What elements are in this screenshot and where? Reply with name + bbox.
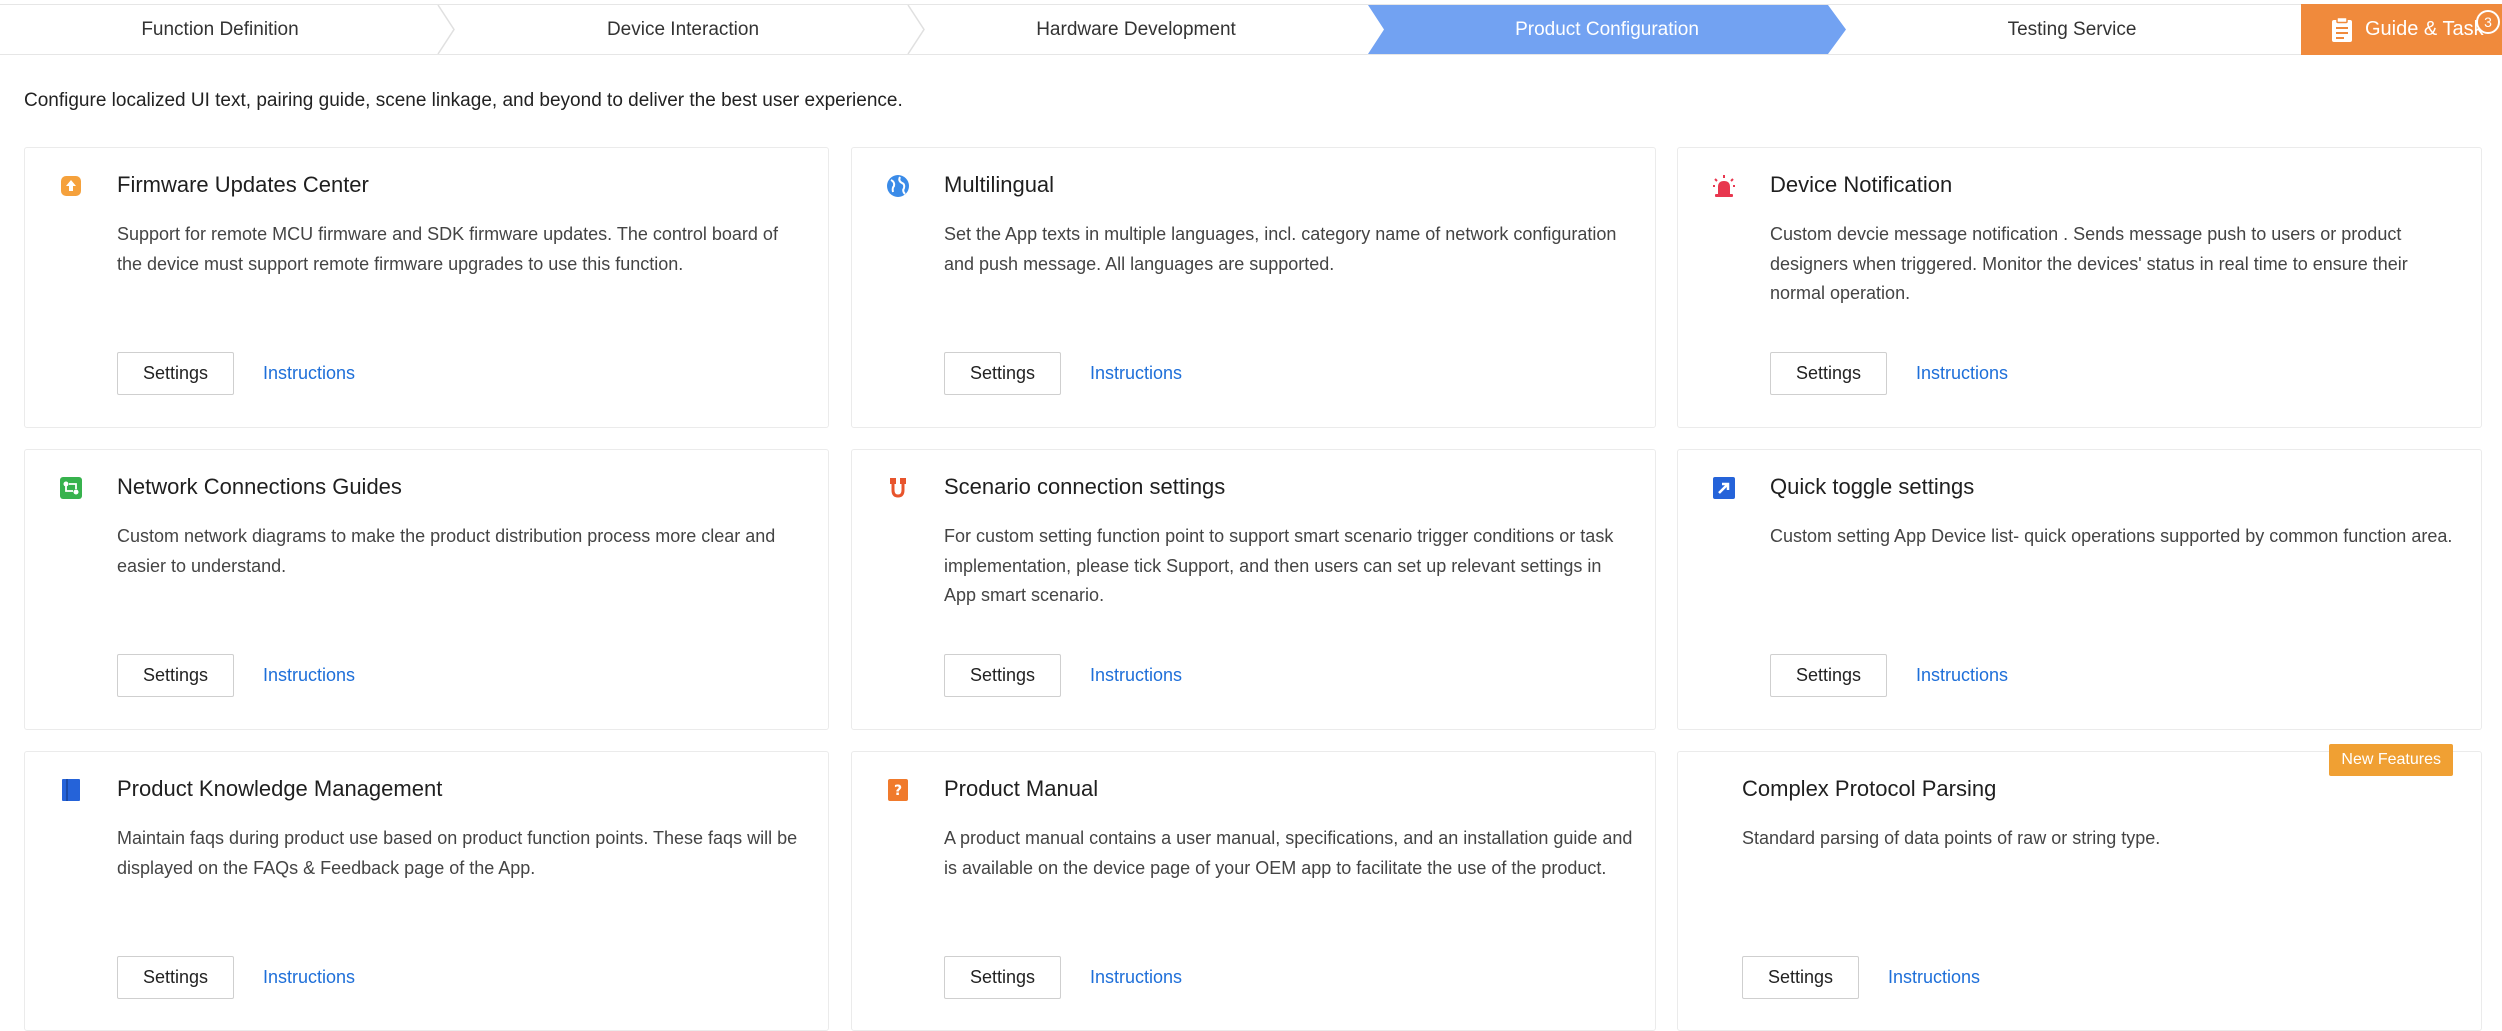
card-title: Product Knowledge Management xyxy=(117,776,443,801)
card-title: Multilingual xyxy=(944,172,1055,197)
settings-button[interactable]: Settings xyxy=(1742,956,1859,999)
instructions-link[interactable]: Instructions xyxy=(1090,352,1182,395)
clipboard-icon xyxy=(2332,16,2352,42)
instructions-link[interactable]: Instructions xyxy=(1916,654,2008,697)
instructions-link[interactable]: Instructions xyxy=(1888,956,1980,999)
step-label: Hardware Development xyxy=(1036,18,1236,40)
guide-task-label: Guide & Task xyxy=(2365,18,2484,40)
card-product-manual: ? Product Manual A product manual contai… xyxy=(851,751,1656,1031)
card-description: A product manual contains a user manual,… xyxy=(944,828,1633,878)
card-network-guides: Network Connections Guides Custom networ… xyxy=(24,449,829,730)
alarm-icon xyxy=(1713,175,1735,197)
card-title: Quick toggle settings xyxy=(1770,474,1975,499)
settings-button[interactable]: Settings xyxy=(117,352,234,395)
card-quick-toggle: Quick toggle settings Custom setting App… xyxy=(1677,449,2482,730)
new-features-tag: New Features xyxy=(2329,744,2453,776)
instructions-link[interactable]: Instructions xyxy=(263,654,355,697)
instructions-link[interactable]: Instructions xyxy=(1090,956,1182,999)
network-guide-icon xyxy=(60,477,82,499)
card-description: Set the App texts in multiple languages,… xyxy=(944,224,1617,274)
step-separator-icon xyxy=(437,5,455,54)
card-title: Product Manual xyxy=(944,776,1099,801)
manual-question-icon: ? xyxy=(888,779,908,801)
step-separator-icon xyxy=(907,5,925,54)
page-description: Configure localized UI text, pairing gui… xyxy=(24,90,903,111)
settings-button[interactable]: Settings xyxy=(944,654,1061,697)
instructions-link[interactable]: Instructions xyxy=(1916,352,2008,395)
scenario-link-icon xyxy=(890,478,906,498)
step-hardware-development[interactable]: Hardware Development xyxy=(926,5,1346,54)
task-count-badge: 3 xyxy=(2476,10,2500,34)
card-description: Custom network diagrams to make the prod… xyxy=(117,526,776,576)
step-function-definition[interactable]: Function Definition xyxy=(0,5,440,54)
card-device-notification: Device Notification Custom devcie messag… xyxy=(1677,147,2482,428)
card-multilingual: Multilingual Set the App texts in multip… xyxy=(851,147,1656,428)
card-description: Standard parsing of data points of raw o… xyxy=(1742,828,2161,848)
settings-button[interactable]: Settings xyxy=(117,654,234,697)
card-scenario-connection: Scenario connection settings For custom … xyxy=(851,449,1656,730)
card-firmware-updates: Firmware Updates Center Support for remo… xyxy=(24,147,829,428)
card-description: Maintain faqs during product use based o… xyxy=(117,828,798,878)
settings-button[interactable]: Settings xyxy=(944,352,1061,395)
card-description: Custom devcie message notification . Sen… xyxy=(1770,224,2408,303)
instructions-link[interactable]: Instructions xyxy=(263,352,355,395)
svg-text:?: ? xyxy=(894,783,902,799)
step-device-interaction[interactable]: Device Interaction xyxy=(456,5,910,54)
settings-button[interactable]: Settings xyxy=(1770,352,1887,395)
card-title: Device Notification xyxy=(1770,172,1953,197)
settings-button[interactable]: Settings xyxy=(117,956,234,999)
card-complex-protocol: New Features Complex Protocol Parsing St… xyxy=(1677,744,2482,1031)
step-label: Testing Service xyxy=(2007,18,2137,40)
step-label: Function Definition xyxy=(141,18,299,40)
step-label: Product Configuration xyxy=(1515,18,1699,40)
card-title: Complex Protocol Parsing xyxy=(1742,776,1997,801)
settings-button[interactable]: Settings xyxy=(944,956,1061,999)
card-description: For custom setting function point to sup… xyxy=(944,526,1614,605)
firmware-upload-icon xyxy=(61,176,81,196)
globe-icon xyxy=(887,175,909,197)
card-description: Support for remote MCU firmware and SDK … xyxy=(117,224,778,274)
guide-task-button[interactable]: Guide & Task 3 xyxy=(2301,4,2502,55)
step-testing-service[interactable]: Testing Service xyxy=(1846,5,2298,54)
card-knowledge-management: Product Knowledge Management Maintain fa… xyxy=(24,751,829,1031)
instructions-link[interactable]: Instructions xyxy=(263,956,355,999)
card-title: Network Connections Guides xyxy=(117,474,402,499)
quick-toggle-icon xyxy=(1713,477,1735,499)
step-label: Device Interaction xyxy=(606,18,760,40)
card-description: Custom setting App Device list- quick op… xyxy=(1770,526,2453,546)
card-title: Scenario connection settings xyxy=(944,474,1226,499)
progress-steps: Function Definition Device Interaction H… xyxy=(0,4,2502,55)
settings-button[interactable]: Settings xyxy=(1770,654,1887,697)
instructions-link[interactable]: Instructions xyxy=(1090,654,1182,697)
step-product-configuration[interactable]: Product Configuration xyxy=(1368,5,1846,54)
card-title: Firmware Updates Center xyxy=(117,172,369,197)
book-icon xyxy=(62,779,80,801)
